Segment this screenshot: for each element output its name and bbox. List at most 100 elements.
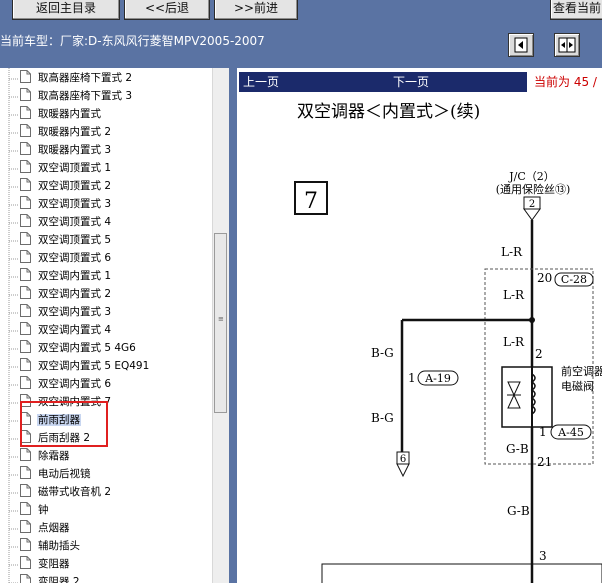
scrollbar-thumb[interactable]: ≡ bbox=[214, 233, 227, 413]
single-pane-icon bbox=[514, 37, 528, 53]
document-icon bbox=[20, 376, 31, 389]
ground-icon bbox=[396, 463, 410, 478]
pane-splitter[interactable] bbox=[229, 68, 237, 583]
document-icon bbox=[20, 160, 31, 173]
tree-item-label: 取暖器内置式 2 bbox=[38, 126, 112, 138]
tree-item[interactable]: 双空调内置式 1 bbox=[20, 268, 112, 285]
solenoid-label-2: 电磁阀 bbox=[561, 379, 594, 393]
tree-item-label: 取暖器内置式 3 bbox=[38, 144, 112, 156]
tree-item-label: 双空调内置式 5 4G6 bbox=[38, 342, 136, 354]
tree-item-label: 双空调内置式 2 bbox=[38, 288, 112, 300]
pin-21: 21 bbox=[537, 455, 552, 469]
solenoid-valve-box bbox=[501, 366, 553, 428]
tree-item-label: 双空调顶置式 4 bbox=[38, 216, 112, 228]
tree-item-label: 磁带式收音机 2 bbox=[38, 486, 112, 498]
tree-scrollbar[interactable]: ≡ bbox=[212, 68, 229, 583]
tree-item[interactable]: 双空调内置式 3 bbox=[20, 304, 112, 321]
tree-item[interactable]: 取暖器内置式 bbox=[20, 106, 102, 123]
tree-item[interactable]: 点烟器 bbox=[20, 520, 71, 537]
back-to-index-button[interactable]: 返回主目录 bbox=[12, 0, 120, 20]
tree-item[interactable]: 变阻器 bbox=[20, 556, 71, 573]
tree-item[interactable]: 取高器座椅下置式 3 bbox=[20, 88, 133, 105]
wire-bg-2: B-G bbox=[371, 411, 394, 425]
connector-a19: A-19 bbox=[424, 372, 451, 385]
tree-item[interactable]: 双空调顶置式 4 bbox=[20, 214, 112, 231]
wire-gb-2: G-B bbox=[507, 504, 530, 518]
tree-item[interactable]: 双空调顶置式 3 bbox=[20, 196, 112, 213]
tree-item-label: 钟 bbox=[38, 504, 49, 516]
vehicle-info: 当前车型：厂家:D-东风风行菱智MPV2005-2007 bbox=[0, 34, 265, 48]
tree-item-label: 点烟器 bbox=[38, 522, 70, 534]
section-number: 7 bbox=[304, 189, 318, 214]
tree-item-label: 取暖器内置式 bbox=[38, 108, 101, 120]
fuse-label: (通用保险丝⑬) bbox=[496, 182, 571, 196]
tree-item[interactable]: 双空调顶置式 2 bbox=[20, 178, 112, 195]
tree-item[interactable]: 双空调内置式 5 EQ491 bbox=[20, 358, 150, 375]
tree-item[interactable]: 双空调顶置式 1 bbox=[20, 160, 112, 177]
document-icon bbox=[20, 448, 31, 461]
document-icon bbox=[20, 286, 31, 299]
view-current-button[interactable]: 查看当前 bbox=[550, 0, 602, 20]
document-icon bbox=[20, 178, 31, 191]
tree-item-label: 双空调内置式 6 bbox=[38, 378, 112, 390]
tree-item[interactable]: 电动后视镜 bbox=[20, 466, 92, 483]
pin-3: 3 bbox=[539, 549, 547, 563]
document-icon bbox=[20, 484, 31, 497]
tree-item[interactable]: 辅助插头 bbox=[20, 538, 81, 555]
single-pane-button[interactable] bbox=[508, 33, 534, 57]
wire-lr-1: L-R bbox=[501, 245, 523, 259]
jc-pin: 2 bbox=[529, 199, 535, 210]
selection-highlight-box bbox=[20, 401, 108, 447]
document-icon bbox=[20, 268, 31, 281]
tree-item[interactable]: 磁带式收音机 2 bbox=[20, 484, 112, 501]
document-icon bbox=[20, 304, 31, 317]
split-pane-button[interactable] bbox=[554, 33, 580, 57]
pin-1a: 1 bbox=[408, 371, 416, 385]
tree-item-label: 取高器座椅下置式 2 bbox=[38, 72, 133, 84]
tree-item-label: 变阻器 bbox=[38, 558, 70, 570]
tree-item[interactable]: 双空调内置式 6 bbox=[20, 376, 112, 393]
document-icon bbox=[20, 232, 31, 245]
tree-item[interactable]: 取高器座椅下置式 2 bbox=[20, 70, 133, 87]
tree-item[interactable]: 钟 bbox=[20, 502, 50, 519]
content-pane: 上一页 下一页 当前为 45 / 双空调器＜内置式＞(续) 7 J/C（2） (… bbox=[237, 68, 602, 583]
tree-item[interactable]: 双空调顶置式 5 bbox=[20, 232, 112, 249]
tree-item-label: 双空调内置式 4 bbox=[38, 324, 112, 336]
ground-number: 6 bbox=[400, 454, 406, 465]
pin-20: 20 bbox=[537, 271, 552, 285]
document-icon bbox=[20, 142, 31, 155]
back-button[interactable]: <<后退 bbox=[124, 0, 210, 20]
document-icon bbox=[20, 322, 31, 335]
wiring-diagram: 双空调器＜内置式＞(续) 7 J/C（2） (通用保险丝⑬) 2 L-R 20 … bbox=[294, 102, 602, 583]
wire-lr-2: L-R bbox=[503, 288, 525, 302]
tree-item[interactable]: 取暖器内置式 3 bbox=[20, 142, 112, 159]
lower-component-box bbox=[321, 563, 602, 583]
connector-a45: A-45 bbox=[557, 426, 584, 439]
document-icon bbox=[20, 106, 31, 119]
document-icon bbox=[20, 88, 31, 101]
next-page-link[interactable]: 下一页 bbox=[317, 72, 527, 92]
split-pane-icon bbox=[558, 37, 576, 53]
tree-item-label: 双空调内置式 1 bbox=[38, 270, 112, 282]
connector-c28: C-28 bbox=[561, 273, 587, 286]
tree-item[interactable]: 双空调内置式 5 4G6 bbox=[20, 340, 137, 357]
tree-item-label: 双空调顶置式 1 bbox=[38, 162, 112, 174]
jc-arrow bbox=[523, 208, 541, 221]
tree-item[interactable]: 变阻器 2 bbox=[20, 574, 81, 583]
tree-item[interactable]: 取暖器内置式 2 bbox=[20, 124, 112, 141]
page-indicator: 当前为 45 / bbox=[534, 75, 597, 89]
forward-button[interactable]: >>前进 bbox=[214, 0, 298, 20]
tree-item[interactable]: 除霜器 bbox=[20, 448, 71, 465]
prev-page-link[interactable]: 上一页 bbox=[239, 72, 317, 92]
tree-item[interactable]: 双空调内置式 4 bbox=[20, 322, 112, 339]
tree-item[interactable]: 双空调内置式 2 bbox=[20, 286, 112, 303]
document-icon bbox=[20, 538, 31, 551]
tree-item[interactable]: 双空调顶置式 6 bbox=[20, 250, 112, 267]
top-toolbar: 返回主目录 <<后退 >>前进 查看当前 bbox=[0, 0, 602, 28]
document-icon bbox=[20, 466, 31, 479]
tree-item-label: 电动后视镜 bbox=[38, 468, 91, 480]
document-icon bbox=[20, 520, 31, 533]
tree-item-label: 取高器座椅下置式 3 bbox=[38, 90, 133, 102]
document-tree: 取高器座椅下置式 2 取高器座椅下置式 3 取暖器内置式 取暖器内置式 2 取暖器内置式… bbox=[0, 68, 212, 583]
document-icon bbox=[20, 70, 31, 83]
